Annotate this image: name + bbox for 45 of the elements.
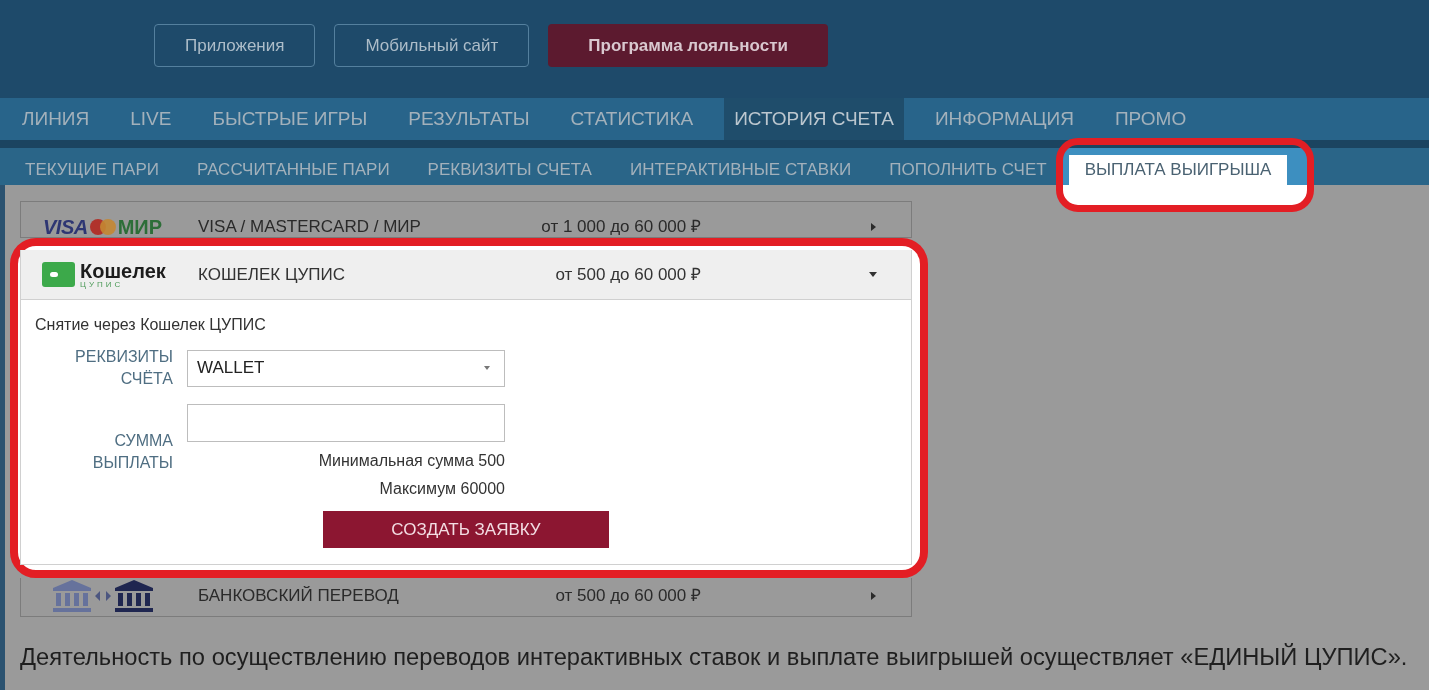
sub-nav-tab[interactable]: РАССЧИТАННЫЕ ПАРИ (180, 155, 406, 185)
account-select[interactable]: WALLET (187, 349, 505, 387)
logo-title: Кошелек (80, 260, 166, 281)
create-request-button[interactable]: СОЗДАТЬ ЗАЯВКУ (323, 511, 609, 548)
brand-logo: VISA (43, 217, 88, 237)
main-nav-tab[interactable]: LIVE (120, 98, 182, 140)
bank-icon (53, 580, 91, 612)
main-nav-tab[interactable]: БЫСТРЫЕ ИГРЫ (202, 98, 378, 140)
payment-method-row[interactable]: БАНКОВСКИЙ ПЕРЕВОД от 500 до 60 000 ₽ (20, 578, 912, 617)
main-nav-tab[interactable]: ПРОМО (1104, 98, 1197, 140)
payment-method-row[interactable]: Кошелек ЦУПИС КОШЕЛЕК ЦУПИС от 500 до 60 000 ₽ (20, 250, 912, 300)
wallet-icon (42, 262, 75, 287)
header-link-button[interactable]: Мобильный сайт (334, 24, 530, 67)
logo-subtitle: ЦУПИС (80, 280, 125, 289)
main-nav-tab[interactable]: ИНФОРМАЦИЯ (924, 98, 1084, 140)
hint-text: Минимальная сумма 500 (318, 451, 505, 471)
amount-range: от 500 до 60 000 ₽ (554, 586, 701, 606)
footer-note: Деятельность по осуществлению переводов интерактивных ставок и выплате выигрышей осуществляет «ЕДИНЫЙ ЦУПИС». (20, 643, 1409, 671)
sub-nav-tab[interactable]: ТЕКУЩИЕ ПАРИ (9, 155, 175, 185)
bank-icon (115, 580, 153, 612)
hint-text: Максимум 60000 (379, 479, 505, 499)
sub-nav-tab[interactable]: ИНТЕРАКТИВНЫЕ СТАВКИ (613, 155, 868, 185)
brand-logo: МИР (117, 217, 163, 237)
header-link-button[interactable]: Приложения (154, 24, 316, 67)
double-arrow-icon (95, 591, 111, 601)
payment-method-row[interactable]: VISA МИР VISA / MASTERCARD / МИР от 1 000 до 60 000 ₽ (20, 201, 912, 238)
sub-nav-tab[interactable]: ПОПОЛНИТЬ СЧЕТ (873, 155, 1063, 185)
loyalty-program-button[interactable]: Программа лояльности (548, 24, 828, 67)
field-label: СУММА ВЫПЛАТЫ (91, 431, 173, 473)
sub-nav-tab[interactable]: РЕКВИЗИТЫ СЧЕТА (411, 155, 608, 185)
amount-range: от 1 000 до 60 000 ₽ (540, 217, 701, 237)
field-label: РЕКВИЗИТЫ СЧЁТА (74, 347, 173, 389)
main-nav-tab[interactable]: ИСТОРИЯ СЧЕТА (724, 98, 904, 140)
amount-input[interactable] (187, 404, 505, 442)
main-nav-tab[interactable]: СТАТИСТИКА (560, 98, 704, 140)
method-name: БАНКОВСКИЙ ПЕРЕВОД (198, 586, 400, 606)
caret-down-icon (484, 366, 490, 370)
method-name: VISA / MASTERCARD / МИР (198, 217, 422, 237)
overlapping-circles-icon (89, 219, 116, 235)
form-title: Снятие через Кошелек ЦУПИС (35, 316, 267, 334)
method-name: КОШЕЛЕК ЦУПИС (198, 264, 347, 285)
main-nav-tab[interactable]: ЛИНИЯ (12, 98, 100, 140)
amount-range: от 500 до 60 000 ₽ (554, 264, 701, 285)
sub-nav-tab[interactable]: ВЫПЛАТА ВЫИГРЫША (1068, 155, 1288, 185)
main-nav-tab[interactable]: РЕЗУЛЬТАТЫ (398, 98, 540, 140)
